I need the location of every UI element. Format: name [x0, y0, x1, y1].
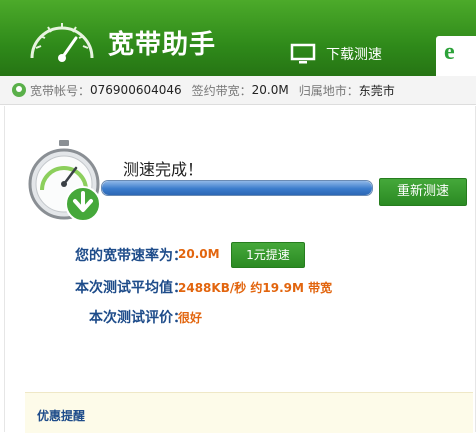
app-header: 宽带助手 下载测速 e: [0, 0, 476, 76]
app-title: 宽带助手: [108, 30, 217, 60]
progress-fill: [102, 181, 372, 195]
evaluation-value: 很好: [178, 311, 203, 325]
monitor-icon: [290, 43, 316, 64]
user-icon: [12, 83, 26, 97]
bandwidth-value: 20.0M: [251, 83, 289, 97]
speedtest-progress-bar: [101, 180, 373, 196]
account-value: 076900604046: [90, 83, 182, 97]
rate-label: 您的宽带速率为：: [75, 248, 187, 264]
account-label: 宽带帐号：: [30, 83, 91, 98]
bandwidth-label: 签约带宽：: [191, 83, 252, 98]
rate-value: 20.0M: [178, 247, 220, 261]
location-label: 归属地市：: [298, 83, 359, 98]
promotion-title: 优惠提醒: [37, 409, 86, 423]
speedtest-panel: 测速完成！ 重新测速 您的宽带速率为： 20.0M 1元提速 本次测试平均值： …: [4, 106, 476, 433]
test-status-text: 测速完成！: [123, 160, 204, 179]
browser-tab[interactable]: e: [436, 36, 476, 76]
download-speedtest-tab[interactable]: 下载测速: [290, 40, 382, 68]
evaluation-label: 本次测试评价：: [89, 310, 187, 326]
average-value: 2488KB/秒 约19.9M 带宽: [178, 281, 333, 295]
speedometer-logo-icon: [30, 23, 94, 62]
download-speedtest-label: 下载测速: [326, 47, 382, 63]
retest-button[interactable]: 重新测速: [379, 178, 467, 206]
speed-boost-button[interactable]: 1元提速: [231, 242, 305, 268]
average-label: 本次测试平均值：: [75, 280, 187, 296]
location-value: 东莞市: [358, 83, 395, 98]
stopwatch-download-icon: [28, 140, 101, 222]
account-info-bar: 宽带帐号： 076900604046 签约带宽： 20.0M 归属地市： 东莞市: [0, 76, 476, 105]
ie-icon: e: [444, 39, 455, 65]
promotion-panel: 优惠提醒: [25, 392, 473, 433]
